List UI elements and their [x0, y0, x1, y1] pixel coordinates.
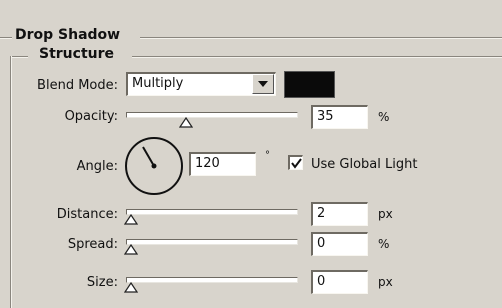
- size-slider-thumb-icon[interactable]: [124, 282, 138, 293]
- spread-unit: %: [378, 237, 390, 251]
- opacity-input[interactable]: 35: [311, 105, 368, 129]
- distance-slider-thumb-icon[interactable]: [124, 214, 138, 225]
- use-global-light-checkbox[interactable]: [288, 155, 303, 170]
- size-unit: px: [378, 275, 393, 289]
- spread-slider-track[interactable]: [126, 239, 298, 245]
- opacity-slider-track[interactable]: [126, 112, 298, 118]
- opacity-slider-thumb-icon[interactable]: [179, 117, 194, 128]
- drop-shadow-title: Drop Shadow: [12, 27, 124, 43]
- size-input[interactable]: 0: [311, 270, 368, 294]
- size-value: 0: [317, 274, 326, 289]
- angle-dial-icon[interactable]: [123, 135, 185, 197]
- spread-value: 0: [317, 236, 326, 251]
- chevron-down-icon: [258, 81, 268, 87]
- opacity-value: 35: [317, 109, 334, 124]
- spread-label: Spread:: [67, 237, 118, 252]
- structure-rule-left: [10, 56, 28, 58]
- drop-shadow-rule-left: [0, 37, 12, 39]
- opacity-unit: %: [378, 110, 390, 124]
- angle-input[interactable]: 120: [189, 152, 256, 176]
- structure-rule-vertical: [10, 56, 12, 308]
- distance-label: Distance:: [56, 207, 118, 222]
- blend-mode-dropdown-button[interactable]: [252, 74, 274, 94]
- angle-label: Angle:: [76, 159, 118, 174]
- distance-value: 2: [317, 206, 326, 221]
- size-slider-track[interactable]: [126, 277, 298, 283]
- blend-mode-value: Multiply: [132, 76, 184, 91]
- distance-input[interactable]: 2: [311, 202, 368, 226]
- angle-unit: °: [265, 150, 270, 161]
- drop-shadow-rule-right: [140, 37, 502, 39]
- spread-input[interactable]: 0: [311, 232, 368, 256]
- distance-slider-track[interactable]: [126, 209, 298, 215]
- angle-value: 120: [195, 156, 220, 171]
- blend-mode-label: Blend Mode:: [37, 78, 118, 93]
- use-global-light-label[interactable]: Use Global Light: [311, 157, 417, 172]
- distance-unit: px: [378, 207, 393, 221]
- shadow-color-swatch[interactable]: [284, 71, 335, 98]
- checkmark-icon: [290, 157, 302, 169]
- structure-rule-right: [132, 56, 502, 58]
- size-label: Size:: [86, 275, 118, 290]
- spread-slider-thumb-icon[interactable]: [124, 244, 138, 255]
- structure-title: Structure: [36, 46, 118, 62]
- opacity-label: Opacity:: [64, 109, 118, 124]
